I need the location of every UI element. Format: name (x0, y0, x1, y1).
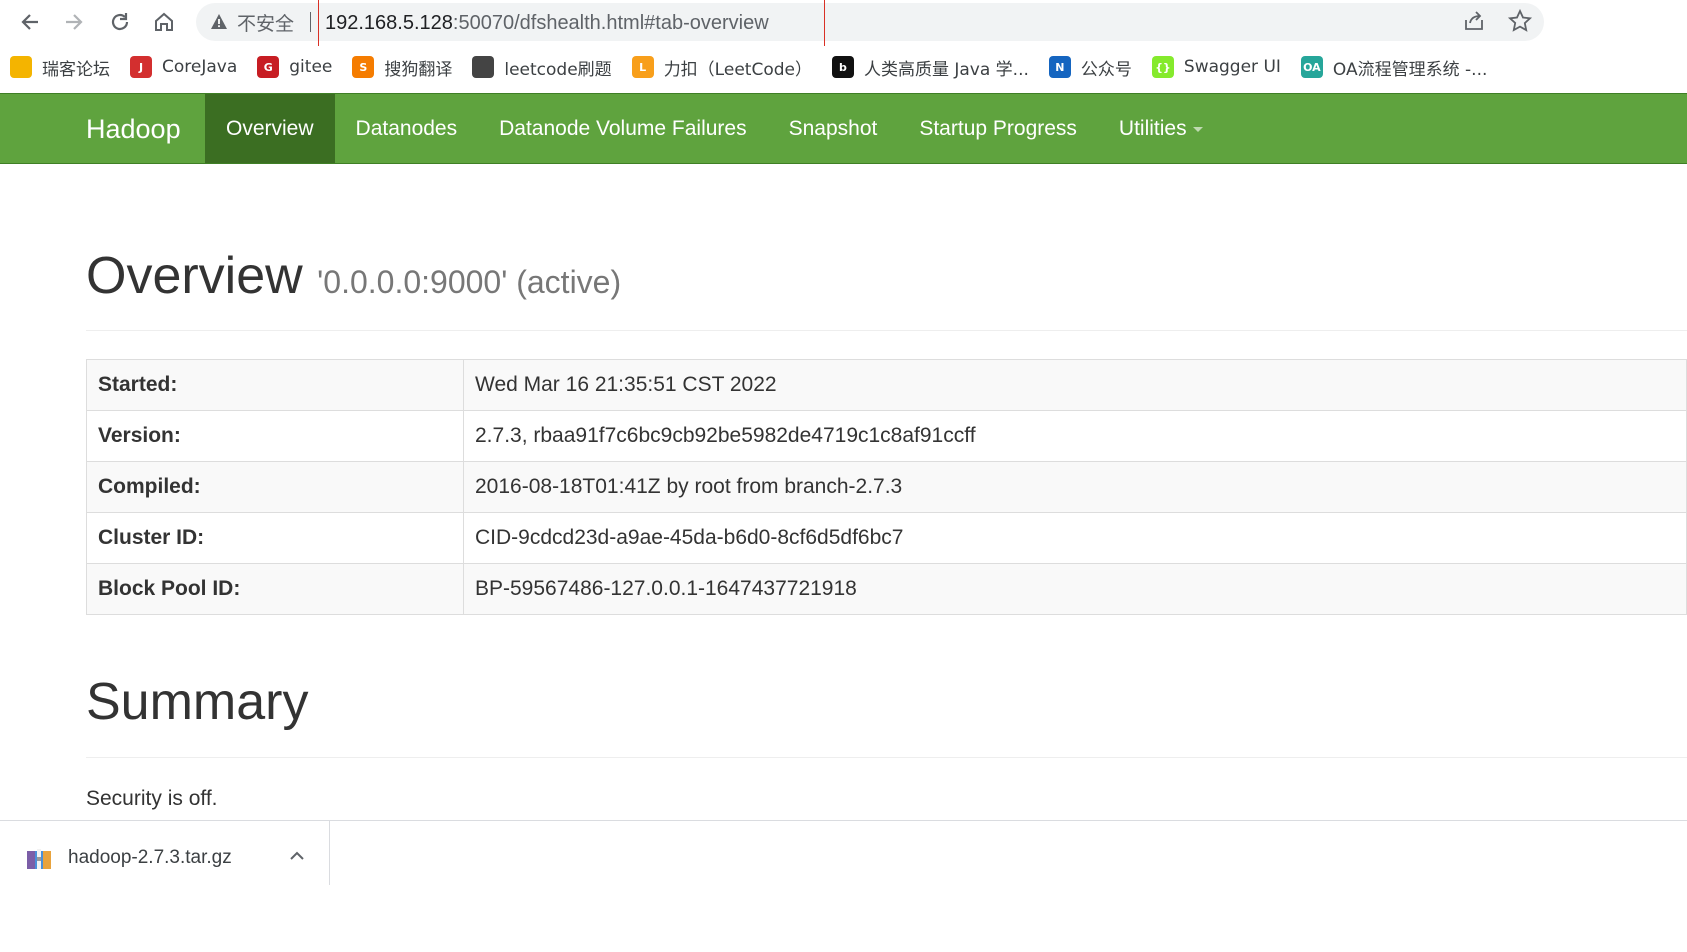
bookmark-item[interactable]: N 公众号 (1039, 50, 1142, 84)
tab-datanode-volume-failures[interactable]: Datanode Volume Failures (478, 94, 767, 163)
download-filename: hadoop-2.7.3.tar.gz (68, 847, 232, 868)
overview-subtitle: '0.0.0.0:9000' (active) (317, 264, 622, 300)
divider (86, 330, 1687, 331)
home-button[interactable] (148, 6, 180, 38)
n-icon: N (1048, 56, 1071, 78)
oa-icon: OA (1300, 56, 1323, 78)
bookmark-label: 力扣（LeetCode） (663, 59, 812, 80)
row-value: BP-59567486-127.0.0.1-1647437721918 (463, 563, 1687, 615)
download-shelf: hadoop-2.7.3.tar.gz (0, 820, 1687, 952)
share-button[interactable] (1462, 9, 1486, 38)
back-button[interactable] (14, 6, 46, 38)
overview-title: Overview (86, 247, 303, 305)
tab-datanodes[interactable]: Datanodes (335, 94, 479, 163)
share-icon (1465, 11, 1483, 30)
forward-button[interactable] (58, 6, 90, 38)
swagger-icon: {} (1151, 56, 1174, 78)
bookmark-label: 公众号 (1080, 59, 1132, 80)
bilibili-icon: b (831, 56, 854, 78)
utilities-dropdown[interactable]: Utilities (1098, 94, 1224, 163)
leetcode-icon: L (631, 56, 654, 78)
arrow-right-icon (66, 14, 83, 30)
table-row: Cluster ID: CID-9cdcd23d-a9ae-45da-b6d0-8… (86, 512, 1687, 564)
bookmark-label: OA流程管理系统 -... (1332, 59, 1488, 80)
row-key: Compiled: (86, 461, 464, 513)
insecure-label: 不安全 (237, 13, 295, 35)
bookmark-star-button[interactable] (1507, 8, 1533, 39)
utilities-label: Utilities (1118, 117, 1187, 140)
bookmark-label: 瑞客论坛 (42, 59, 110, 80)
arrow-left-icon (21, 14, 38, 30)
tab-startup-progress[interactable]: Startup Progress (898, 94, 1098, 163)
row-value: 2016-08-18T01:41Z by root from branch-2.… (463, 461, 1687, 513)
warning-icon (211, 14, 227, 29)
bookmark-item[interactable]: J CoreJava (120, 50, 247, 84)
book-icon (472, 56, 495, 78)
bookmarks-bar: 瑞客论坛 J CoreJava Ggitee S 搜狗翻译 leetcode刷题 L 力扣（Le… (0, 46, 1687, 88)
bookmark-item[interactable]: b 人类高质量 Java 学... (822, 50, 1039, 84)
table-row: Version: 2.7.3, rbaa91f7c6bc9cb92be5982de… (86, 410, 1687, 462)
home-icon (155, 12, 173, 31)
bookmark-item[interactable]: Ggitee (247, 50, 342, 84)
caret-down-icon (1192, 126, 1203, 132)
nav-menu: Overview Datanodes Datanode Volume Failu… (205, 94, 1224, 163)
url-host: 192.168.5.128 (325, 11, 453, 34)
java-icon: J (130, 56, 152, 78)
bookmark-item[interactable]: 瑞客论坛 (0, 50, 120, 84)
summary-heading: Summary (86, 673, 309, 731)
chevron-up-icon (290, 851, 304, 860)
bookmark-label: leetcode刷题 (504, 59, 612, 80)
hadoop-navbar: Hadoop Overview Datanodes Datanode Volum… (0, 93, 1687, 164)
bookmark-item[interactable]: OA OA流程管理系统 -... (1291, 50, 1497, 84)
browser-toolbar: 不安全 192.168.5.128:50070/dfshealth.html#t… (0, 0, 1687, 47)
address-separator (310, 12, 311, 32)
bookmark-item[interactable]: leetcode刷题 (462, 50, 621, 84)
reload-button[interactable] (104, 6, 136, 38)
bookmark-item[interactable]: S 搜狗翻译 (342, 50, 462, 84)
bookmark-item[interactable]: {} Swagger UI (1142, 50, 1291, 84)
divider (86, 757, 1687, 758)
reload-icon (111, 13, 129, 31)
star-icon (1507, 8, 1533, 32)
overview-heading: Overview '0.0.0.0:9000' (active) (86, 246, 621, 306)
folder-icon (10, 56, 32, 78)
table-row: Block Pool ID: BP-59567486-127.0.0.1-1647… (86, 563, 1687, 615)
brand-link[interactable]: Hadoop (86, 94, 181, 165)
download-options-button[interactable] (288, 849, 306, 868)
row-key: Block Pool ID: (86, 563, 464, 615)
bookmark-label: 人类高质量 Java 学... (863, 59, 1029, 80)
url-field[interactable]: 192.168.5.128:50070/dfshealth.html#tab-o… (318, 0, 825, 47)
row-key: Started: (86, 359, 464, 411)
bookmark-label: Swagger UI (1183, 57, 1281, 77)
bookmark-label: CoreJava (162, 57, 238, 77)
row-value: 2.7.3, rbaa91f7c6bc9cb92be5982de4719c1c8… (463, 410, 1687, 462)
table-row: Compiled: 2016-08-18T01:41Z by root from … (86, 461, 1687, 513)
bookmark-label: gitee (289, 57, 333, 77)
tab-snapshot[interactable]: Snapshot (768, 94, 899, 163)
sogou-icon: S (352, 56, 375, 78)
row-key: Cluster ID: (86, 512, 464, 564)
bookmark-label: 搜狗翻译 (384, 59, 453, 80)
download-item[interactable]: hadoop-2.7.3.tar.gz (0, 821, 330, 885)
bookmark-item[interactable]: L 力扣（LeetCode） (622, 50, 822, 84)
url-path: :50070/dfshealth.html#tab-overview (452, 11, 769, 34)
overview-table: Started: Wed Mar 16 21:35:51 CST 2022 Ver… (86, 359, 1687, 615)
security-status: Security is off. (86, 787, 218, 810)
security-indicator[interactable]: 不安全 (210, 3, 294, 41)
table-row: Started: Wed Mar 16 21:35:51 CST 2022 (86, 359, 1687, 411)
row-value: Wed Mar 16 21:35:51 CST 2022 (463, 359, 1687, 411)
tab-overview[interactable]: Overview (205, 94, 335, 163)
row-key: Version: (86, 410, 464, 462)
row-value: CID-9cdcd23d-a9ae-45da-b6d0-8cf6d5df6bc7 (463, 512, 1687, 564)
archive-icon (26, 847, 52, 876)
gitee-icon: G (257, 56, 280, 78)
